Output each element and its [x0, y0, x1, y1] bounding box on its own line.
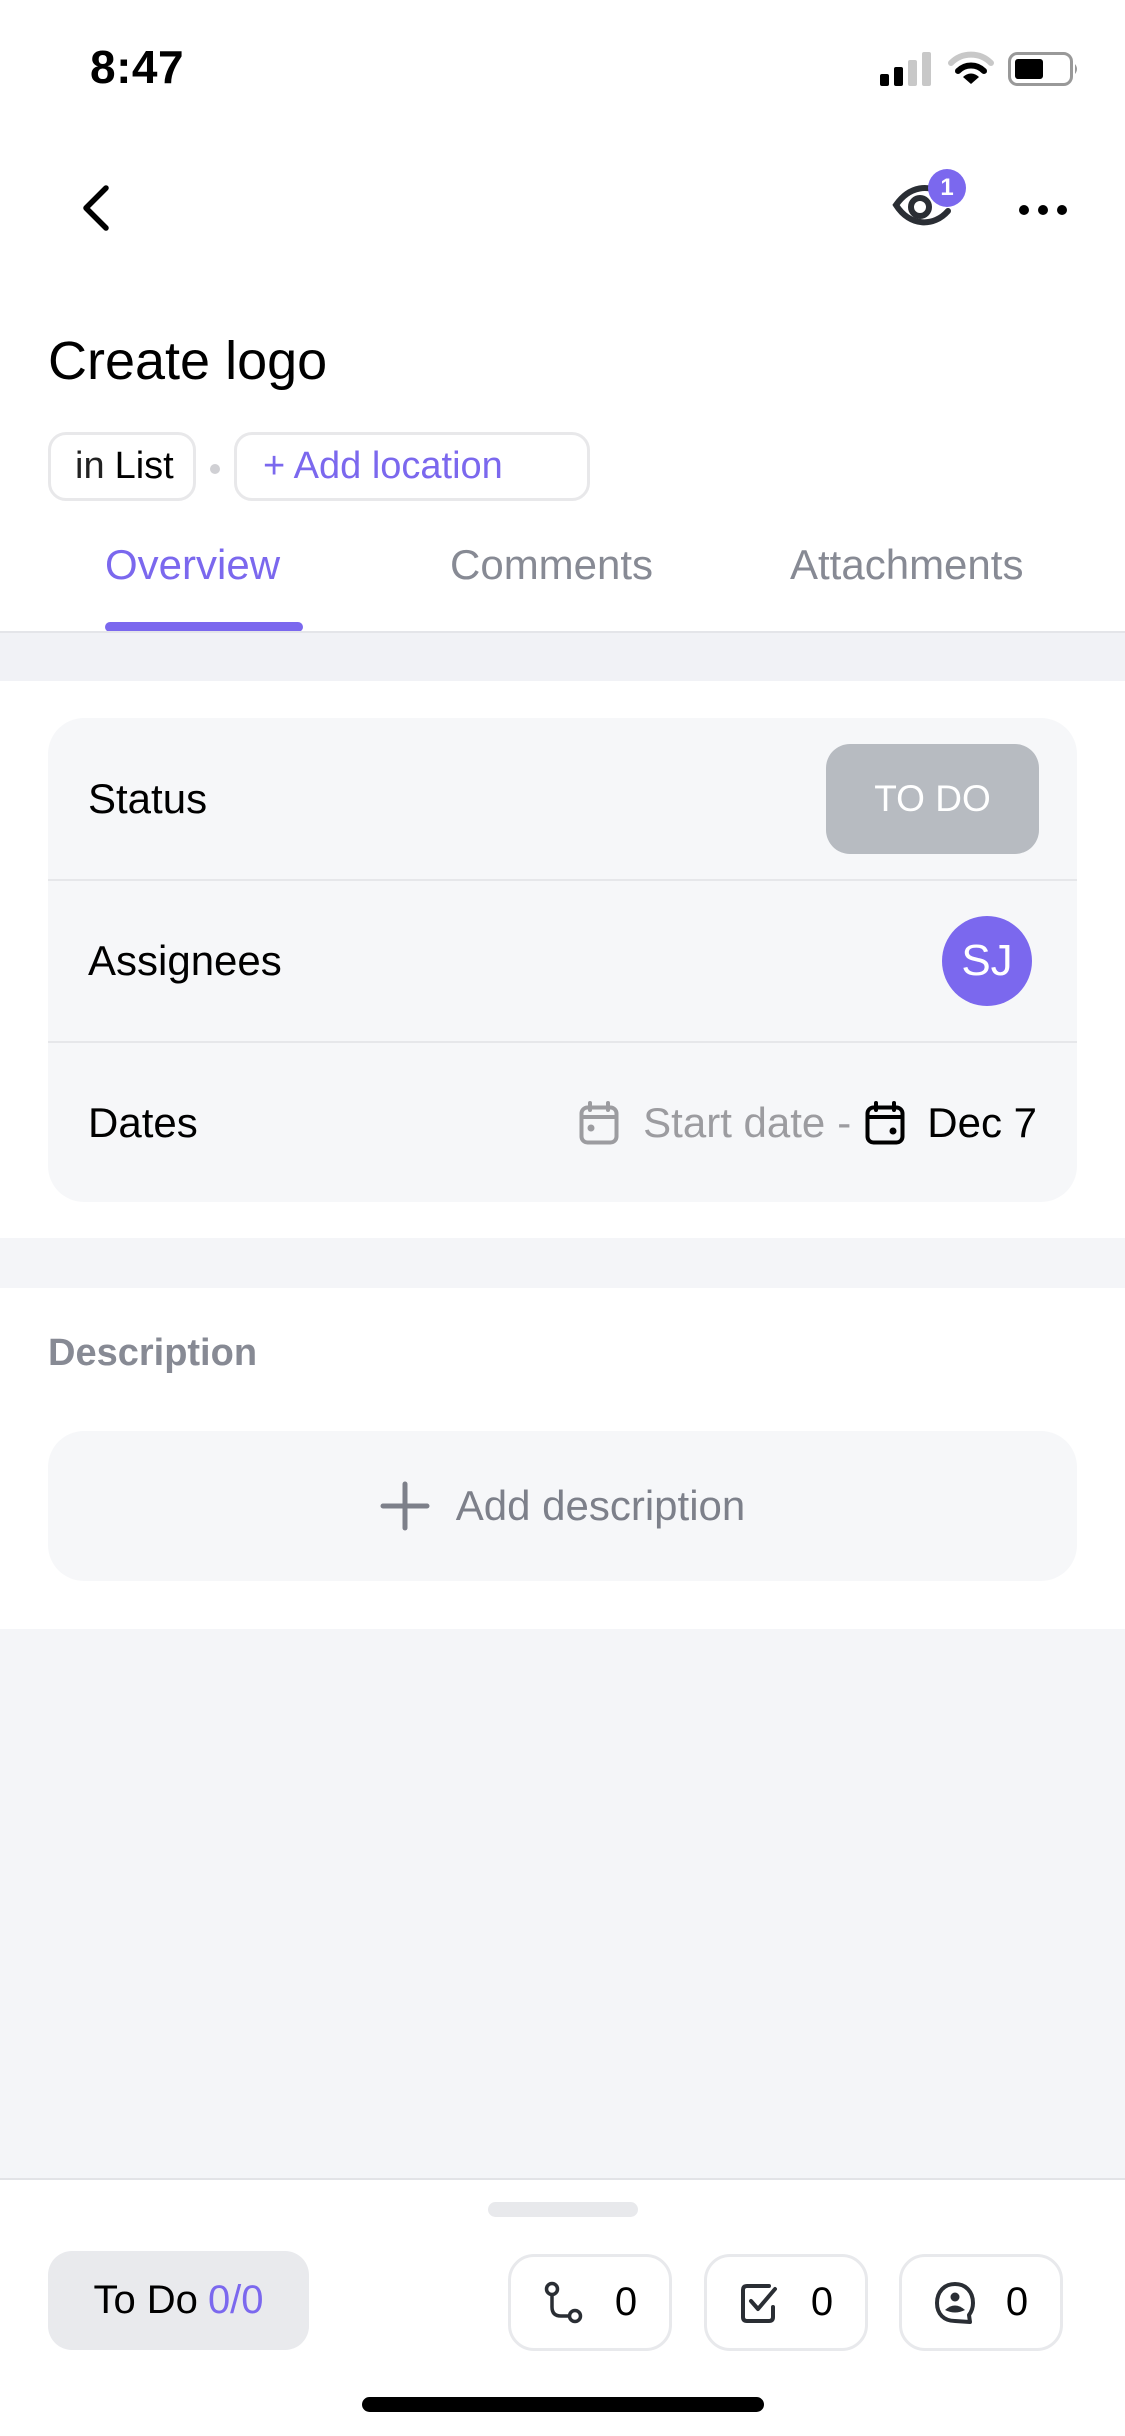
separator-dot: [210, 464, 220, 474]
add-description-label: Add description: [455, 1482, 746, 1529]
status-progress-button[interactable]: To Do 0/0: [48, 2251, 309, 2350]
status-progress-label: To Do: [93, 2278, 198, 2322]
add-location-button[interactable]: + Add location: [234, 432, 590, 501]
signal-bar: [894, 67, 903, 86]
watchers-button[interactable]: 1: [880, 165, 970, 245]
due-date-calendar-icon: [865, 1100, 905, 1144]
task-fields-card: Status TO DO Assignees SJ Dates Start da…: [48, 718, 1077, 1202]
subtasks-count: 0: [614, 2280, 638, 2324]
assigned-comments-button[interactable]: 0: [899, 2254, 1063, 2351]
subtasks-button[interactable]: 0: [508, 2254, 672, 2351]
home-indicator: [362, 2397, 764, 2412]
more-options-button[interactable]: [1010, 185, 1080, 235]
checklists-button[interactable]: 0: [704, 2254, 868, 2351]
assignees-row[interactable]: Assignees SJ: [48, 881, 1077, 1041]
battery-icon: [1008, 52, 1077, 86]
location-name: List: [114, 445, 174, 487]
content-background: [0, 1629, 1125, 2178]
section-spacer: [0, 633, 1125, 681]
location-chip[interactable]: in List: [48, 432, 196, 501]
assigned-comment-icon: [934, 2281, 975, 2324]
ellipsis-icon: [1019, 205, 1067, 215]
tab-comments[interactable]: Comments: [450, 535, 653, 595]
signal-bar: [922, 52, 931, 86]
task-title[interactable]: Create logo: [48, 326, 327, 396]
assigned-comments-count: 0: [1005, 2280, 1029, 2324]
checklist-icon: [740, 2283, 777, 2323]
status-row[interactable]: Status TO DO: [48, 718, 1077, 879]
description-heading: Description: [48, 1332, 258, 1374]
signal-bar: [908, 60, 917, 86]
sheet-drag-handle[interactable]: [488, 2202, 638, 2217]
start-date-button[interactable]: Start date: [643, 1099, 825, 1147]
status-label: Status: [88, 774, 208, 822]
dates-value: Start date - Dec 7: [579, 1099, 1037, 1147]
watchers-count-badge: 1: [928, 169, 966, 207]
tab-overview[interactable]: Overview: [105, 535, 280, 595]
subtask-icon: [544, 2281, 583, 2323]
dates-label: Dates: [88, 1098, 198, 1146]
add-description-button[interactable]: Add description: [48, 1431, 1077, 1581]
location-prefix: in: [75, 445, 105, 487]
wifi-icon: [948, 51, 994, 84]
section-spacer: [0, 1238, 1125, 1288]
assignee-avatar[interactable]: SJ: [942, 916, 1032, 1006]
status-progress-count: 0/0: [207, 2278, 264, 2322]
checklists-count: 0: [810, 2280, 834, 2324]
date-separator: -: [837, 1098, 852, 1146]
plus-icon: [380, 1481, 430, 1531]
status-bar-time: 8:47: [90, 41, 185, 93]
due-date-button[interactable]: Dec 7: [927, 1099, 1037, 1147]
tab-attachments[interactable]: Attachments: [790, 535, 1023, 595]
back-button[interactable]: [74, 180, 120, 234]
status-badge[interactable]: TO DO: [826, 743, 1039, 854]
start-date-calendar-icon: [579, 1100, 619, 1144]
assignees-label: Assignees: [88, 937, 282, 984]
signal-bar: [880, 74, 889, 86]
chevron-left-icon: [83, 185, 109, 231]
cellular-signal-icon: [880, 52, 931, 86]
dates-row[interactable]: Dates Start date - Dec 7: [48, 1043, 1077, 1202]
